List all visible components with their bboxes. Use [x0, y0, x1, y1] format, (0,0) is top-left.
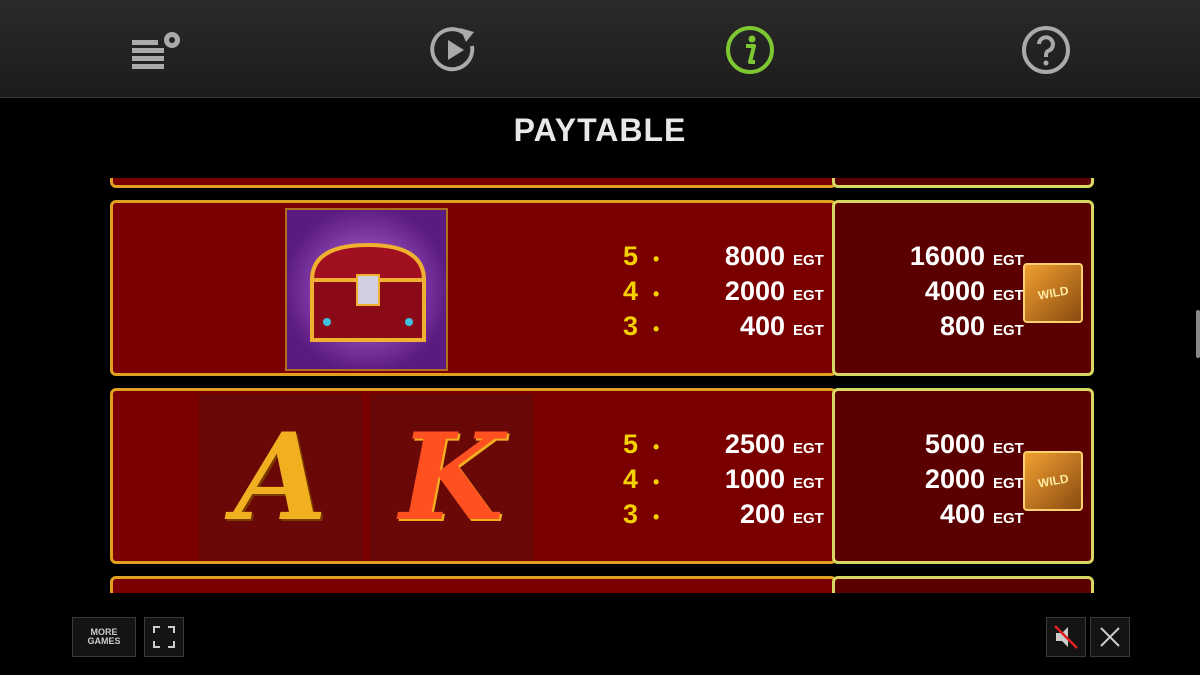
top-toolbar	[0, 0, 1200, 98]
info-icon	[726, 26, 774, 74]
wild-icon-label: WILD	[1036, 471, 1070, 491]
wild-book-icon: WILD	[1023, 451, 1083, 511]
pay-currency: EGT	[793, 287, 824, 304]
sound-muted-icon	[1054, 625, 1078, 649]
pay-line: 3 • 200 EGT	[623, 499, 824, 534]
pay-amount: 8000	[724, 241, 785, 271]
pay-count: 3	[623, 499, 639, 529]
pay-dot: •	[653, 507, 660, 527]
wild-pay-amount: 5000	[924, 429, 985, 459]
wild-pay-currency: EGT	[993, 440, 1024, 457]
pay-currency: EGT	[793, 510, 824, 527]
pay-amount: 1000	[724, 464, 785, 494]
wild-pay-currency: EGT	[993, 287, 1024, 304]
more-games-button[interactable]: MORE GAMES	[72, 617, 136, 657]
wild-pay-amount: 800	[939, 311, 985, 341]
pay-dot: •	[653, 472, 660, 492]
treasure-chest-symbol	[285, 208, 448, 371]
page-title: PAYTABLE	[513, 112, 687, 148]
settings-button[interactable]	[130, 22, 186, 78]
pay-currency: EGT	[793, 475, 824, 492]
pay-line: 5 • 2500 EGT	[623, 429, 824, 464]
wild-pay-line: 800 EGT	[870, 311, 1024, 346]
letter-a-symbol: A	[199, 394, 362, 560]
paytable-cell: 5 • 8000 EGT 4 • 2000 EGT 3 • 400 EGT	[110, 200, 837, 376]
wild-pay-amount: 16000	[909, 241, 985, 271]
wild-pay-amount: 400	[939, 499, 985, 529]
more-games-icon: MORE GAMES	[87, 628, 120, 646]
wild-pay-amount: 2000	[924, 464, 985, 494]
wild-pay-currency: EGT	[993, 475, 1024, 492]
pay-list: 5 • 2500 EGT 4 • 1000 EGT 3 • 200 EGT	[623, 429, 824, 534]
wild-pay-currency: EGT	[993, 510, 1024, 527]
wild-pay-list: 5000 EGT 2000 EGT 400 EGT	[870, 429, 1024, 534]
paytable-row: 5 • 8000 EGT 4 • 2000 EGT 3 • 400 EGT 16…	[110, 200, 1094, 376]
paytable-cell: A K 5 • 2500 EGT 4 • 1000 EGT 3 • 200 EG…	[110, 388, 837, 564]
autoplay-button[interactable]	[426, 22, 482, 78]
pay-amount: 200	[739, 499, 785, 529]
paytable-row-partial-bottom	[110, 576, 1094, 593]
wild-book-icon: WILD	[1023, 263, 1083, 323]
paytable-cell	[110, 178, 837, 188]
pay-dot: •	[653, 437, 660, 457]
scrollbar-thumb[interactable]	[1196, 310, 1200, 358]
pay-count: 3	[623, 311, 639, 341]
paytable-wild-cell	[832, 576, 1094, 593]
wild-icon-label: WILD	[1036, 283, 1070, 303]
pay-currency: EGT	[793, 322, 824, 339]
pay-line: 3 • 400 EGT	[623, 311, 824, 346]
pay-count: 5	[623, 429, 639, 459]
pay-amount: 2500	[724, 429, 785, 459]
info-button[interactable]	[722, 22, 778, 78]
fullscreen-icon	[153, 626, 175, 648]
settings-stack-icon	[132, 32, 180, 69]
wild-pay-line: 4000 EGT	[870, 276, 1024, 311]
chest-icon	[309, 242, 427, 342]
paytable-wild-cell: 5000 EGT 2000 EGT 400 EGT WILD	[832, 388, 1094, 564]
pay-count: 4	[623, 276, 639, 306]
pay-count: 4	[623, 464, 639, 494]
wild-pay-currency: EGT	[993, 252, 1024, 269]
pay-dot: •	[653, 284, 660, 304]
pay-dot: •	[653, 319, 660, 339]
pay-count: 5	[623, 241, 639, 271]
paytable-row: A K 5 • 2500 EGT 4 • 1000 EGT 3 • 200 EG…	[110, 388, 1094, 564]
sound-toggle-button[interactable]	[1046, 617, 1086, 657]
close-button[interactable]	[1090, 617, 1130, 657]
wild-pay-line: 5000 EGT	[870, 429, 1024, 464]
pay-currency: EGT	[793, 440, 824, 457]
paytable-wild-cell: 16000 EGT 4000 EGT 800 EGT WILD	[832, 200, 1094, 376]
wild-pay-line: 16000 EGT	[870, 241, 1024, 276]
pay-amount: 2000	[724, 276, 785, 306]
pay-dot: •	[653, 249, 660, 269]
wild-pay-line: 2000 EGT	[870, 464, 1024, 499]
wild-pay-currency: EGT	[993, 322, 1024, 339]
pay-currency: EGT	[793, 252, 824, 269]
wild-pay-amount: 4000	[924, 276, 985, 306]
pay-line: 4 • 1000 EGT	[623, 464, 824, 499]
help-button[interactable]	[1018, 22, 1074, 78]
pay-amount: 400	[739, 311, 785, 341]
paytable-wild-cell	[832, 178, 1094, 188]
pay-list: 5 • 8000 EGT 4 • 2000 EGT 3 • 400 EGT	[623, 241, 824, 346]
close-icon	[1100, 627, 1120, 647]
autoplay-icon	[430, 27, 475, 72]
fullscreen-button[interactable]	[144, 617, 184, 657]
wild-pay-list: 16000 EGT 4000 EGT 800 EGT	[870, 241, 1024, 346]
pay-line: 4 • 2000 EGT	[623, 276, 824, 311]
letter-k-symbol: K	[370, 394, 533, 560]
paytable-viewport[interactable]: 5 • 8000 EGT 4 • 2000 EGT 3 • 400 EGT 16…	[0, 178, 1200, 593]
paytable-row-partial-top	[110, 178, 1094, 188]
paytable-cell	[110, 576, 837, 593]
wild-pay-line: 400 EGT	[870, 499, 1024, 534]
more-games-label-2: GAMES	[87, 636, 121, 646]
pay-line: 5 • 8000 EGT	[623, 241, 824, 276]
help-icon	[1022, 26, 1070, 74]
